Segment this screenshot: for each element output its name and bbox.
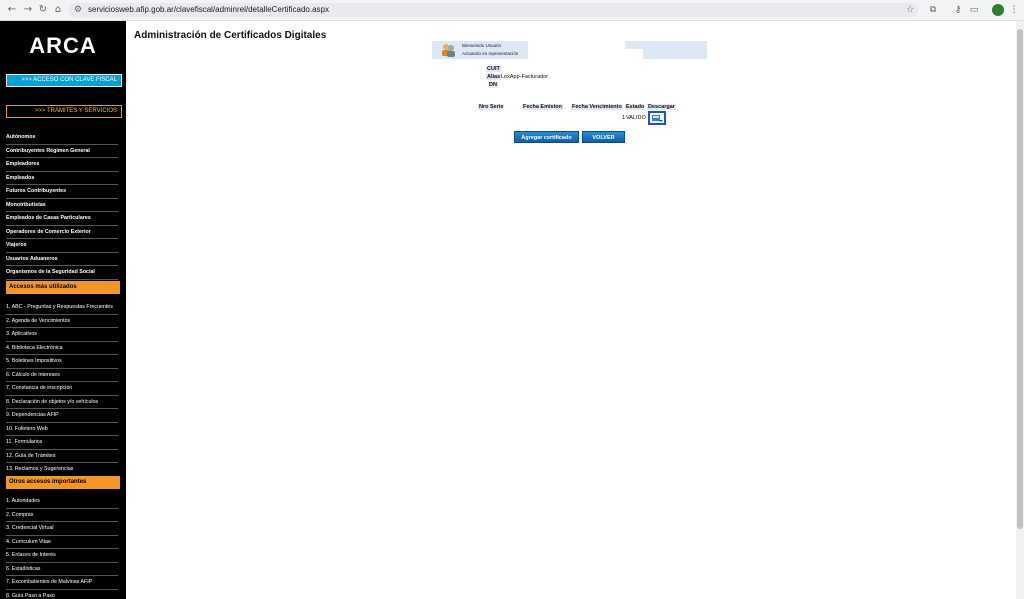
- sidebar-category-link[interactable]: Usuarios Aduaneros: [6, 253, 118, 266]
- mas-utilizados-link[interactable]: 12. Guía de Trámites: [6, 450, 118, 463]
- otros-accesos-link[interactable]: 7. Excombatientes de Malvinas AFIP: [6, 576, 118, 590]
- row-estado: VALIDO: [626, 115, 646, 121]
- address-bar[interactable]: ⚙ serviciosweb.afip.gob.ar/clavefiscal/a…: [68, 3, 918, 17]
- browser-menu-icon[interactable]: ⋮: [1008, 4, 1020, 16]
- page-scrollbar[interactable]: [1016, 21, 1024, 599]
- sidebar-category-link[interactable]: Futuros Contribuyentes: [6, 185, 118, 199]
- sidebar: ARCA >>> ACCESO CON CLAVE FISCAL >>> TRÁ…: [0, 21, 126, 599]
- alias-label: Alias: [486, 74, 502, 80]
- add-certificate-button[interactable]: Agregar certificado: [514, 131, 579, 143]
- otros-accesos-header: Otros accesos importantes: [6, 476, 120, 489]
- users-icon: [442, 44, 455, 57]
- header-fecha-emision: Fecha Emision: [522, 104, 563, 110]
- mas-utilizados-link[interactable]: 3. Aplicativos: [6, 328, 118, 342]
- cast-icon[interactable]: ▭: [968, 4, 980, 16]
- sidebar-category-link[interactable]: Operadores de Comercio Exterior: [6, 226, 118, 239]
- otros-accesos-link[interactable]: 8. Guía Paso a Paso: [6, 590, 118, 599]
- volver-button[interactable]: VOLVER: [582, 131, 625, 143]
- mas-utilizados-link[interactable]: 13. Reclamos y Sugerencias: [6, 463, 118, 477]
- otros-accesos-menu: 1. Autoridades 2. Compras 3. Credencial Vi…: [6, 495, 118, 599]
- download-certificate-button[interactable]: [648, 111, 666, 125]
- scrollbar-thumb[interactable]: [1017, 29, 1023, 529]
- mas-utilizados-link[interactable]: 10. Folletero Web: [6, 423, 118, 436]
- header-descargar: Descargar: [647, 104, 676, 110]
- mas-utilizados-link[interactable]: 7. Constancia de inscripción: [6, 382, 118, 396]
- representation-text: Actuando en representación: [462, 51, 519, 56]
- sidebar-category-link[interactable]: Empleados de Casas Particulares: [6, 212, 118, 226]
- otros-accesos-link[interactable]: 5. Enlaces de Interés: [6, 549, 118, 563]
- header-estado: Estado: [625, 104, 646, 110]
- otros-accesos-link[interactable]: 1. Autoridades: [6, 495, 118, 509]
- site-info-icon[interactable]: ⚙: [74, 4, 82, 16]
- otros-accesos-link[interactable]: 2. Compras: [6, 509, 118, 522]
- mas-utilizados-link[interactable]: 2. Agenda de Vencimientos: [6, 315, 118, 328]
- mas-utilizados-link[interactable]: 5. Boletines Impositivos: [6, 355, 118, 369]
- home-icon[interactable]: ⌂: [52, 4, 64, 16]
- tramites-servicios-button[interactable]: >>> TRÁMITES Y SERVICIOS: [6, 105, 122, 118]
- sidebar-category-link[interactable]: Organismos de la Seguridad Social: [6, 266, 118, 280]
- sidebar-category-link[interactable]: Viajeros: [6, 239, 118, 253]
- sidebar-category-link[interactable]: Monotributistas: [6, 199, 118, 212]
- row-number: 1: [622, 115, 626, 121]
- back-icon[interactable]: ←: [6, 4, 18, 16]
- mas-utilizados-link[interactable]: 11. Formularios: [6, 436, 118, 450]
- otros-accesos-link[interactable]: 3. Credencial Virtual: [6, 522, 118, 536]
- header-fecha-vencimiento: Fecha Vencimiento: [571, 104, 623, 110]
- header-nro-serie: Nro Serie: [478, 104, 505, 110]
- reload-icon[interactable]: ↻: [37, 4, 49, 16]
- page-title: Administración de Certificados Digitales: [134, 30, 327, 41]
- category-menu: Autónomos Contribuyentes Régimen General E…: [6, 131, 118, 280]
- profile-avatar-icon[interactable]: [992, 4, 1004, 16]
- passwords-icon[interactable]: ⚷: [952, 4, 964, 16]
- url-text: serviciosweb.afip.gob.ar/clavefiscal/adm…: [88, 5, 330, 14]
- sidebar-category-link[interactable]: Empleadores: [6, 158, 118, 172]
- extensions-icon[interactable]: ⧉: [927, 4, 939, 16]
- mas-utilizados-link[interactable]: 1. ABC - Preguntas y Respuestas Frecuent…: [6, 301, 118, 315]
- bookmark-star-icon[interactable]: ☆: [904, 4, 916, 16]
- acceso-clave-fiscal-button[interactable]: >>> ACCESO CON CLAVE FISCAL: [6, 74, 122, 87]
- alias-value: LexApp-Facturador: [501, 74, 549, 80]
- mas-utilizados-link[interactable]: 4. Biblioteca Electrónica: [6, 342, 118, 355]
- otros-accesos-link[interactable]: 4. Curriculum Vitae: [6, 536, 118, 549]
- forward-icon[interactable]: →: [22, 4, 34, 16]
- sidebar-category-link[interactable]: Contribuyentes Régimen General: [6, 145, 118, 158]
- sidebar-category-link[interactable]: Autónomos: [6, 131, 118, 145]
- dn-label: DN: [488, 82, 498, 88]
- mas-utilizados-menu: 1. ABC - Preguntas y Respuestas Frecuent…: [6, 301, 118, 477]
- download-icon: [652, 115, 663, 122]
- mas-utilizados-link[interactable]: 9. Dependencias AFIP: [6, 409, 118, 423]
- sidebar-category-link[interactable]: Empleados: [6, 172, 118, 185]
- arca-logo[interactable]: ARCA: [0, 33, 126, 59]
- mas-utilizados-link[interactable]: 8. Declaración de objetos y/o vehículos: [6, 396, 118, 409]
- browser-toolbar: ← → ↻ ⌂ ⚙ serviciosweb.afip.gob.ar/clave…: [0, 0, 1024, 21]
- mas-utilizados-link[interactable]: 6. Cálculo de intereses: [6, 369, 118, 382]
- welcome-text: Bienvenido Usuario: [462, 43, 502, 48]
- user-info-right-blank: [625, 49, 643, 59]
- cuit-label: CUIT: [486, 66, 501, 72]
- otros-accesos-link[interactable]: 6. Estadísticas: [6, 563, 118, 576]
- mas-utilizados-header: Accesos más utilizados: [6, 281, 120, 294]
